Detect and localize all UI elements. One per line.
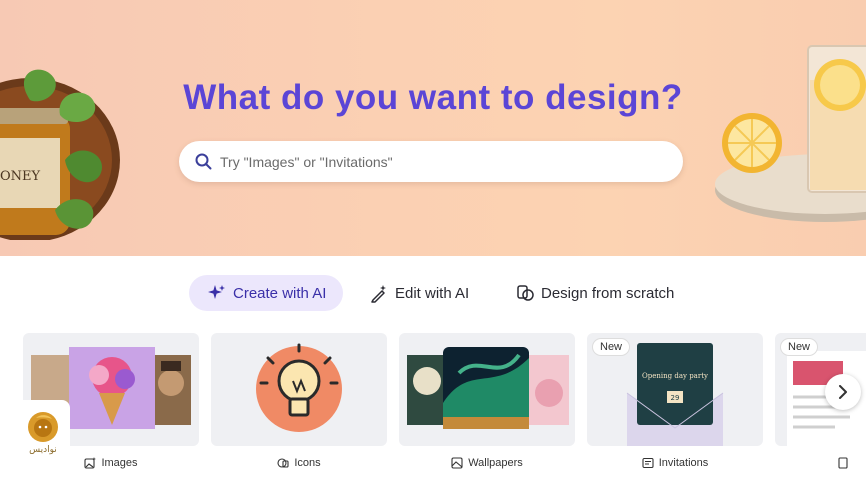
mode-tabs: Create with AI Edit with AI Design from … [0, 275, 866, 311]
tab-label: Design from scratch [541, 284, 675, 302]
page-title: What do you want to design? [183, 78, 683, 117]
watermark-logo: نوادیس [16, 400, 70, 464]
wallpapers-preview [407, 347, 569, 429]
lemon-glass-decoration [715, 45, 866, 222]
card-label-wallpapers: Wallpapers [399, 455, 575, 471]
sparkle-icon [207, 283, 227, 303]
wallpaper-icon [451, 457, 463, 469]
card-wallpapers[interactable] [399, 333, 575, 446]
icons-preview [256, 343, 342, 432]
icons-icon [277, 457, 289, 469]
image-ai-icon [84, 457, 97, 469]
invitation-preview-date: 29 [671, 394, 680, 402]
template-cards: Images Icons Wallpapers Opening day part… [0, 333, 866, 488]
document-icon [837, 457, 848, 469]
card-label-invitations: Invitations [587, 455, 763, 471]
card-label-icons: Icons [211, 455, 387, 471]
chevron-right-icon [839, 385, 847, 399]
tab-label: Edit with AI [395, 284, 470, 302]
card-icons[interactable] [211, 333, 387, 446]
shapes-icon [515, 283, 535, 303]
search-icon [195, 153, 212, 170]
invitation-preview-title: Opening day party [642, 372, 708, 380]
hero-banner: ONEY What do you want to design? [0, 0, 866, 256]
svg-text:ONEY: ONEY [0, 169, 41, 184]
tab-edit-with-ai[interactable]: Edit with AI [369, 275, 469, 311]
tab-label: Create with AI [233, 284, 327, 302]
invitation-icon [642, 457, 654, 469]
new-badge: New [593, 339, 630, 355]
carousel-next-button[interactable] [825, 374, 861, 410]
watermark-text: نوادیس [29, 444, 57, 455]
search-input[interactable] [220, 153, 660, 170]
magic-pen-icon [369, 283, 389, 303]
lion-logo-icon [28, 411, 58, 442]
tab-create-with-ai[interactable]: Create with AI [189, 275, 343, 311]
new-badge: New [781, 339, 818, 355]
search-bar[interactable] [179, 141, 683, 182]
card-label-documents [835, 455, 855, 471]
card-invitations[interactable]: Opening day party 29 New [587, 333, 763, 446]
tab-design-from-scratch[interactable]: Design from scratch [515, 275, 674, 311]
